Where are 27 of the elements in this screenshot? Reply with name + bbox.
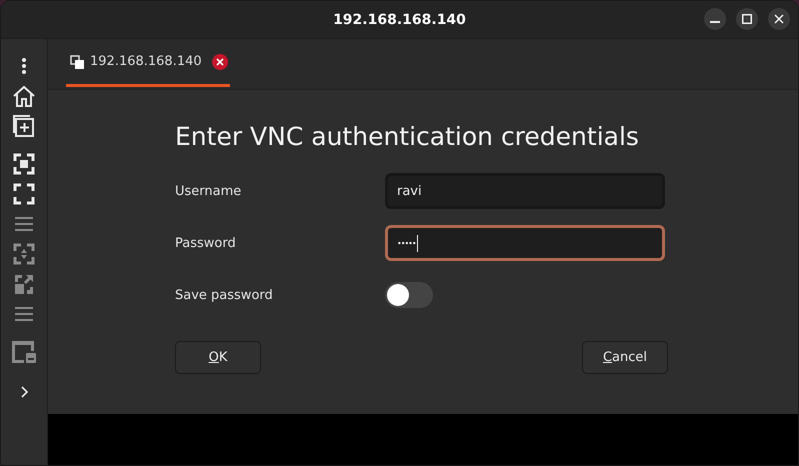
fit-screen-icon[interactable] <box>13 153 35 175</box>
minimize-button[interactable] <box>704 8 726 30</box>
connection-tab[interactable]: 192.168.168.140 <box>66 39 230 87</box>
ok-button[interactable]: OK <box>175 341 261 374</box>
tab-close-button[interactable] <box>212 54 228 70</box>
home-icon[interactable] <box>12 84 36 108</box>
close-icon <box>774 14 784 24</box>
dialog-heading: Enter VNC authentication credentials <box>175 122 640 151</box>
cancel-button[interactable]: Cancel <box>582 341 668 374</box>
username-field[interactable]: ravi <box>385 173 665 209</box>
maximize-button[interactable] <box>736 8 758 30</box>
field-label: Username <box>175 184 242 198</box>
maximize-icon <box>742 14 752 24</box>
more-icon[interactable] <box>21 57 27 75</box>
field-label: Password <box>175 236 237 250</box>
window-title: 192.168.168.140 <box>333 12 466 28</box>
chevron-right-icon[interactable] <box>20 386 28 398</box>
field-label: Save password <box>175 288 274 302</box>
close-icon <box>216 58 224 66</box>
close-button[interactable] <box>768 8 790 30</box>
copy-icon <box>70 54 84 68</box>
toggle-switch[interactable] <box>385 282 433 308</box>
add-tab-icon[interactable] <box>12 114 36 138</box>
minimize-icon <box>710 21 720 23</box>
fullscreen-icon[interactable] <box>13 183 35 205</box>
password-field[interactable]: ••••• <box>385 225 665 261</box>
tab-label: 192.168.168.140 <box>90 54 202 69</box>
